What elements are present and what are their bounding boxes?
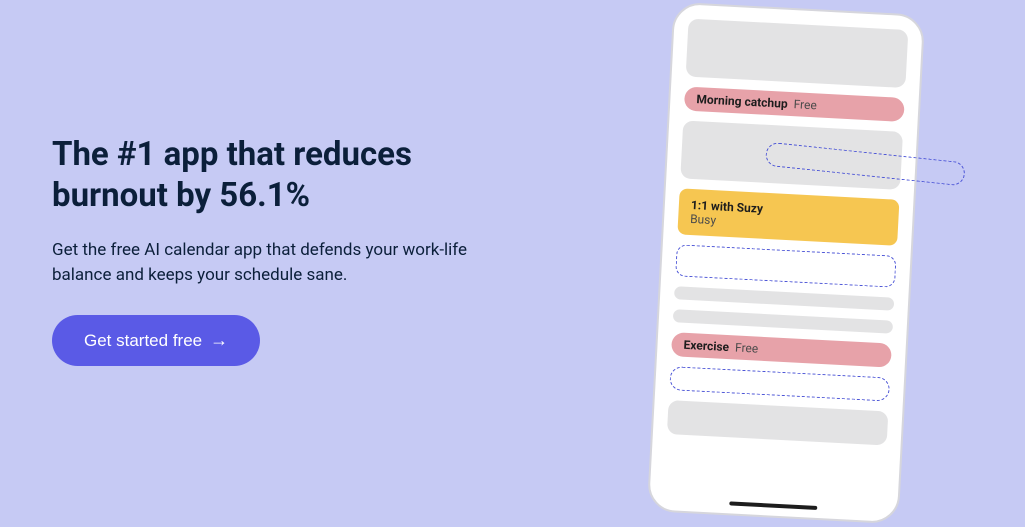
- home-indicator-icon: [729, 501, 817, 510]
- arrow-right-icon: →: [210, 330, 228, 351]
- event-title: Exercise: [683, 338, 729, 354]
- event-pill-morning-catchup: Morning catchup Free: [684, 86, 905, 121]
- event-pill-exercise: Exercise Free: [671, 332, 892, 367]
- cta-label: Get started free: [84, 331, 202, 351]
- phone-frame: Morning catchup Free 1:1 with Suzy Busy …: [647, 2, 925, 524]
- event-status: Free: [793, 97, 817, 112]
- calendar-line-placeholder: [673, 309, 893, 333]
- event-card-1-1-suzy: 1:1 with Suzy Busy: [677, 188, 899, 245]
- calendar-line-placeholder: [674, 286, 894, 310]
- calendar-block-placeholder: [686, 19, 909, 88]
- hero-subhead: Get the free AI calendar app that defend…: [52, 238, 492, 287]
- open-slot-placeholder: [669, 366, 890, 401]
- event-title: Morning catchup: [696, 92, 788, 111]
- calendar-block-placeholder: [667, 400, 888, 445]
- hero-headline: The #1 app that reduces burnout by 56.1%: [52, 134, 520, 217]
- event-status: Free: [735, 340, 759, 355]
- hero-text: The #1 app that reduces burnout by 56.1%…: [0, 134, 520, 367]
- phone-mockup: Morning catchup Free 1:1 with Suzy Busy …: [647, 2, 925, 524]
- open-slot-placeholder: [675, 244, 896, 287]
- get-started-button[interactable]: Get started free →: [52, 315, 260, 366]
